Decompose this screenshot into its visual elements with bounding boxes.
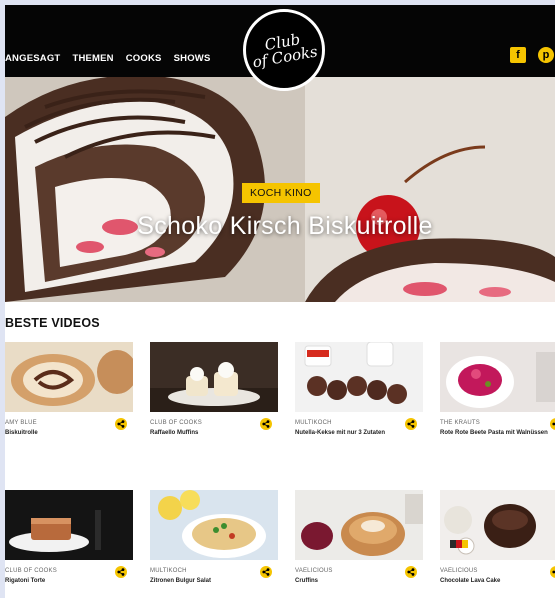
nav-link-themen[interactable]: THEMEN <box>72 53 113 64</box>
video-title[interactable]: Biskuitrolle <box>5 429 125 437</box>
page: ANGESAGT THEMEN COOKS SHOWS f p Club of … <box>5 5 555 598</box>
pinterest-icon[interactable]: p <box>538 47 554 63</box>
video-title[interactable]: Zitronen Bulgur Salat <box>150 577 270 585</box>
share-icon[interactable] <box>260 566 272 578</box>
nav-link-cooks[interactable]: COOKS <box>126 53 162 64</box>
hero-title[interactable]: Schoko Kirsch Biskuitrolle <box>5 212 555 241</box>
nav-link-shows[interactable]: SHOWS <box>174 53 211 64</box>
video-card[interactable]: MULTIKOCH Nutella-Kekse mit nur 3 Zutate… <box>295 342 423 446</box>
video-author[interactable]: THE KRAUTS <box>440 420 480 426</box>
video-card[interactable]: CLUB OF COOKS Raffaello Muffins <box>150 342 278 446</box>
video-title[interactable]: Chocolate Lava Cake <box>440 577 555 585</box>
video-card[interactable]: CLUB OF COOKS Rigatoni Torte <box>5 490 133 594</box>
share-icon[interactable] <box>115 418 127 430</box>
video-card[interactable]: THE KRAUTS Rote Rote Beete Pasta mit Wal… <box>440 342 555 446</box>
hero-banner[interactable]: KOCH KINO Schoko Kirsch Biskuitrolle <box>5 77 555 302</box>
video-card[interactable]: AMY BLUE Biskuitrolle <box>5 342 133 446</box>
video-title[interactable]: Raffaello Muffins <box>150 429 270 437</box>
video-card[interactable]: MULTIKOCH Zitronen Bulgur Salat <box>150 490 278 594</box>
video-title[interactable]: Nutella-Kekse mit nur 3 Zutaten <box>295 429 415 437</box>
video-author[interactable]: CLUB OF COOKS <box>150 420 202 426</box>
video-thumbnail[interactable] <box>295 490 423 560</box>
video-author[interactable]: VAELICIOUS <box>440 568 478 574</box>
video-title[interactable]: Rigatoni Torte <box>5 577 125 585</box>
video-thumbnail[interactable] <box>150 490 278 560</box>
nav-link-angesagt[interactable]: ANGESAGT <box>5 53 60 64</box>
facebook-icon[interactable]: f <box>510 47 526 63</box>
video-thumbnail[interactable] <box>440 490 555 560</box>
video-author[interactable]: AMY BLUE <box>5 420 37 426</box>
video-thumbnail[interactable] <box>5 490 133 560</box>
video-author[interactable]: VAELICIOUS <box>295 568 333 574</box>
video-thumbnail[interactable] <box>5 342 133 412</box>
video-title[interactable]: Rote Rote Beete Pasta mit Walnüssen <box>440 429 555 437</box>
video-author[interactable]: MULTIKOCH <box>150 568 187 574</box>
video-thumbnail[interactable] <box>150 342 278 412</box>
share-icon[interactable] <box>550 566 555 578</box>
hero-category-tag[interactable]: KOCH KINO <box>242 183 320 203</box>
section-title: BESTE VIDEOS <box>5 316 100 330</box>
share-icon[interactable] <box>260 418 272 430</box>
site-logo[interactable]: Club of Cooks <box>243 9 325 91</box>
share-icon[interactable] <box>115 566 127 578</box>
video-card[interactable]: VAELICIOUS Cruffins <box>295 490 423 594</box>
video-author[interactable]: CLUB OF COOKS <box>5 568 57 574</box>
nav-links: ANGESAGT THEMEN COOKS SHOWS <box>5 53 210 64</box>
share-icon[interactable] <box>405 418 417 430</box>
video-title[interactable]: Cruffins <box>295 577 415 585</box>
video-thumbnail[interactable] <box>295 342 423 412</box>
share-icon[interactable] <box>405 566 417 578</box>
video-card[interactable]: VAELICIOUS Chocolate Lava Cake <box>440 490 555 594</box>
video-thumbnail[interactable] <box>440 342 555 412</box>
video-author[interactable]: MULTIKOCH <box>295 420 332 426</box>
share-icon[interactable] <box>550 418 555 430</box>
